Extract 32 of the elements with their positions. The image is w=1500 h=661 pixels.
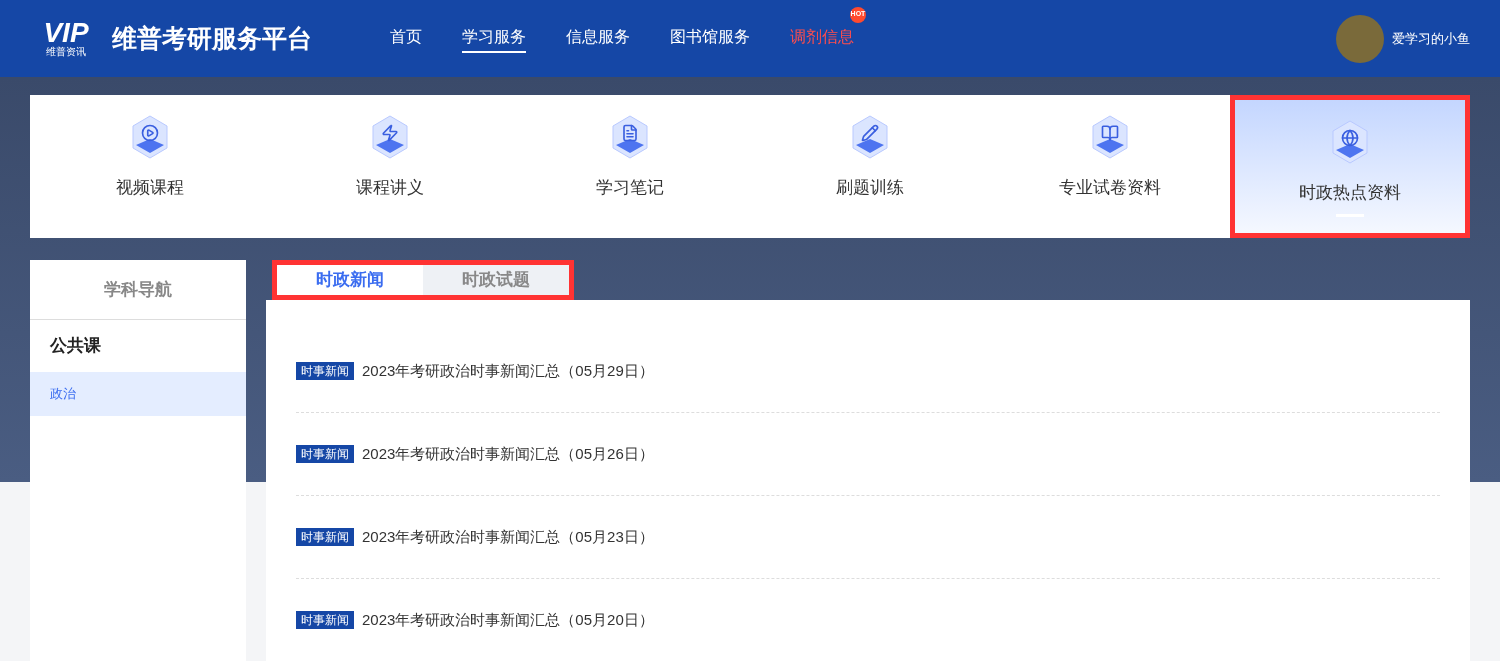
pencil-icon [852,115,888,159]
play-icon [132,115,168,159]
nav-link[interactable]: 信息服务 [566,24,630,53]
category-tab[interactable]: 时政热点资料 [1230,95,1470,238]
article-link[interactable]: 2023年考研政治时事新闻汇总（05月26日） [362,442,654,466]
news-tag: 时事新闻 [296,362,354,380]
site-title: 维普考研服务平台 [112,22,312,54]
lightning-icon [372,115,408,159]
category-tab[interactable]: 刷题训练 [750,95,990,238]
globe-icon [1332,120,1368,164]
avatar[interactable] [1336,14,1384,63]
tab[interactable]: 时政新闻 [277,265,423,295]
logo: VIP 维普资讯 [42,19,90,58]
book-icon [1092,115,1128,159]
nav-link[interactable]: 首页 [390,24,422,53]
article-link[interactable]: 2023年考研政治时事新闻汇总（05月20日） [362,608,654,632]
user-name[interactable]: 爱学习的小鱼 [1392,28,1470,49]
category-tab[interactable]: 课程讲义 [270,95,510,238]
category-tab[interactable]: 专业试卷资料 [990,95,1230,238]
article-link[interactable]: 2023年考研政治时事新闻汇总（05月23日） [362,525,654,549]
nav-link[interactable]: 图书馆服务 [670,24,750,53]
nav-link[interactable]: 学习服务 [462,24,526,53]
document-icon [612,115,648,159]
sidebar-item[interactable]: 政治 [30,372,246,416]
category-tab[interactable]: 视频课程 [30,95,270,238]
news-tag: 时事新闻 [296,611,354,629]
news-tag: 时事新闻 [296,445,354,463]
sidebar-group: 公共课 [30,320,246,372]
sidebar-title: 学科导航 [30,260,246,320]
category-tab[interactable]: 学习笔记 [510,95,750,238]
article-link[interactable]: 2023年考研政治时事新闻汇总（05月29日） [362,359,654,383]
news-tag: 时事新闻 [296,528,354,546]
